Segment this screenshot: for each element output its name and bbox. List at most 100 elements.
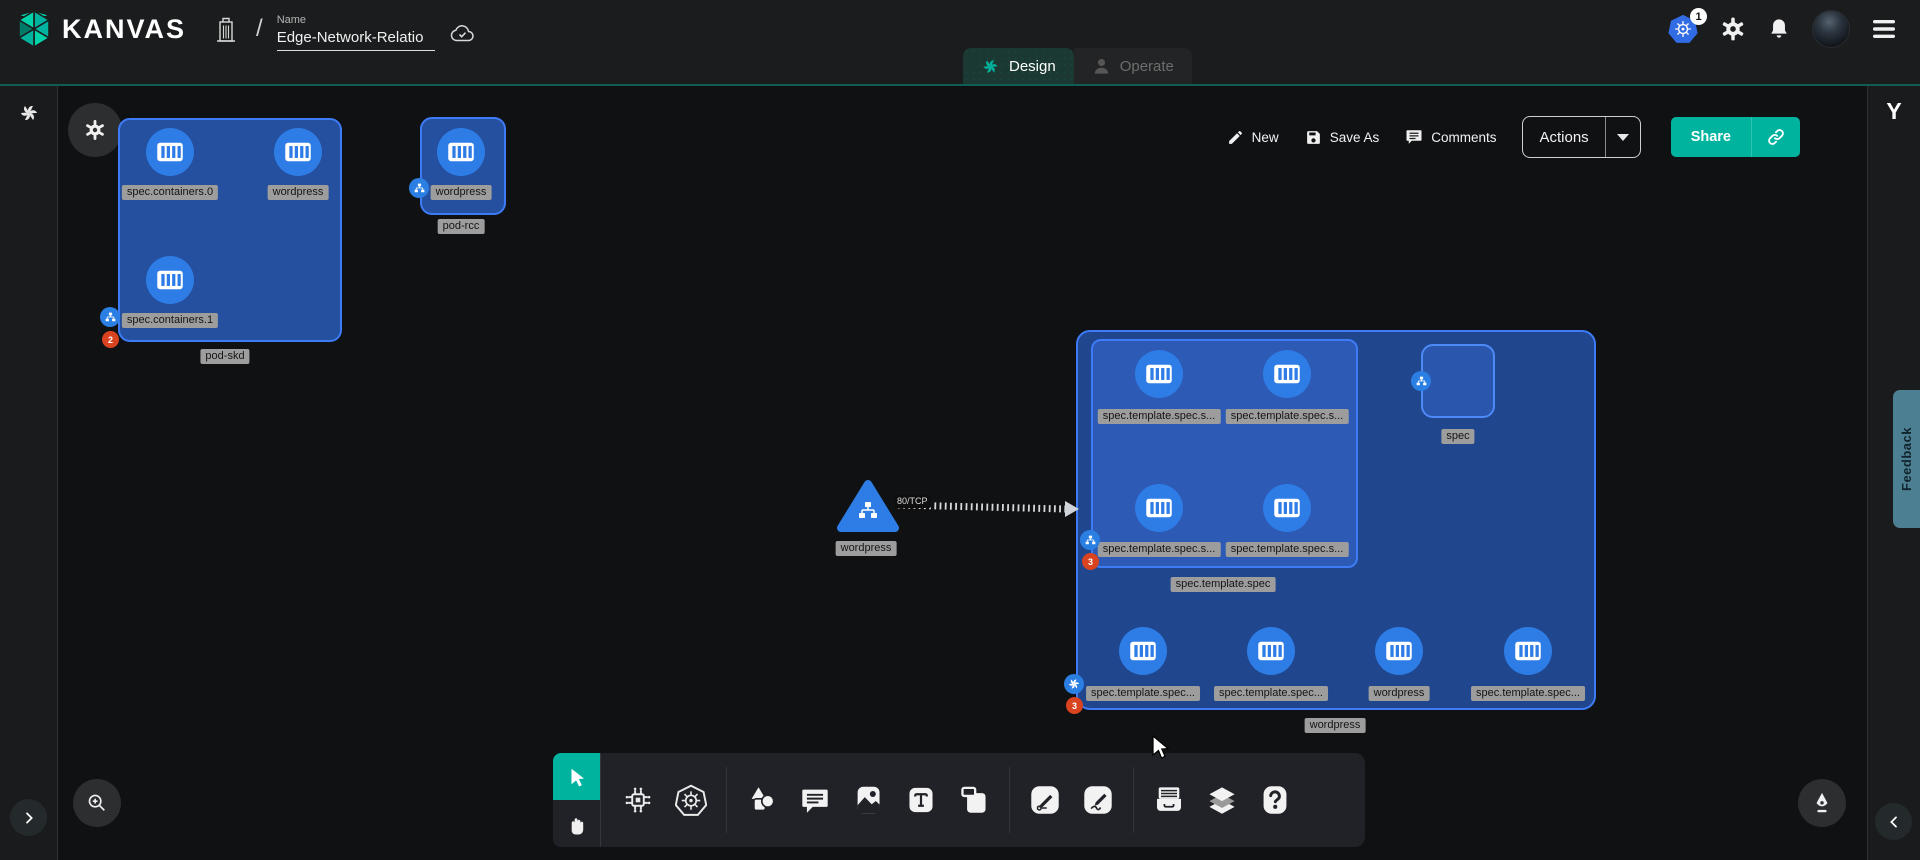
kanvas-logo[interactable]: KANVAS — [16, 10, 186, 48]
node-spec[interactable] — [1421, 344, 1495, 418]
tab-design-label: Design — [1009, 58, 1056, 75]
settings-gear-icon[interactable] — [1720, 16, 1746, 42]
container-icon — [1126, 634, 1160, 668]
node-container-deploy-2[interactable] — [1375, 627, 1423, 675]
node-container-template-3[interactable] — [1263, 484, 1311, 532]
container-icon — [153, 135, 187, 169]
component-library-tool[interactable] — [615, 777, 661, 823]
kubernetes-components-tool[interactable] — [668, 777, 714, 823]
expand-left-panel-button[interactable] — [10, 799, 47, 836]
pen-path-tool[interactable] — [1022, 777, 1068, 823]
pod-relationship-badge[interactable] — [100, 307, 120, 327]
node-label-service: wordpress — [836, 541, 897, 556]
comments-button[interactable]: Comments — [1405, 128, 1496, 146]
app-header: KANVAS / Name — [0, 0, 1920, 86]
node-container-wordpress-rcc[interactable] — [437, 128, 485, 176]
tab-design[interactable]: Design — [963, 48, 1074, 84]
share-button[interactable]: Share — [1671, 117, 1751, 157]
node-container-template-1[interactable] — [1263, 350, 1311, 398]
dropdown-caret-icon — [1617, 134, 1629, 141]
save-as-button-label: Save As — [1330, 130, 1380, 145]
node-container-spec-containers-1[interactable] — [146, 256, 194, 304]
error-count-badge[interactable]: 3 — [1066, 697, 1083, 714]
container-icon — [281, 135, 315, 169]
node-container-deploy-1[interactable] — [1247, 627, 1295, 675]
hand-icon — [565, 812, 588, 835]
deployment-relationship-badge[interactable] — [1064, 674, 1084, 694]
whiteboard-pen-button[interactable] — [1798, 779, 1846, 827]
canvas-toolbar — [553, 753, 1365, 847]
kubernetes-context-icon[interactable]: 1 — [1668, 14, 1698, 44]
node-label: spec.template.spec.s... — [1226, 542, 1349, 557]
error-count-badge[interactable]: 2 — [102, 331, 119, 348]
shapes-icon — [747, 785, 777, 815]
node-container-template-0[interactable] — [1135, 350, 1183, 398]
tab-operate[interactable]: Operate — [1074, 48, 1192, 84]
user-avatar[interactable] — [1812, 10, 1850, 48]
app-title: KANVAS — [62, 14, 186, 45]
node-service-wordpress[interactable] — [836, 477, 900, 533]
pencil-new-icon — [1227, 129, 1244, 146]
breadcrumb-separator: / — [256, 15, 263, 43]
copy-link-button[interactable] — [1751, 117, 1800, 157]
image-tool[interactable] — [845, 777, 891, 823]
kubernetes-icon — [675, 784, 707, 816]
sticky-note-icon — [959, 785, 989, 815]
pod-relationship-badge[interactable] — [409, 178, 429, 198]
note-tool[interactable] — [951, 777, 997, 823]
operate-person-icon — [1092, 57, 1111, 76]
pod-relationship-badge[interactable] — [1411, 371, 1431, 391]
container-icon — [1142, 357, 1176, 391]
node-container-deploy-0[interactable] — [1119, 627, 1167, 675]
save-as-button[interactable]: Save As — [1305, 129, 1380, 146]
text-tool[interactable] — [898, 777, 944, 823]
error-count-badge[interactable]: 3 — [1082, 553, 1099, 570]
node-container-template-2[interactable] — [1135, 484, 1183, 532]
group-label-pod-rcc: pod-rcc — [438, 219, 485, 234]
magnifier-plus-icon — [86, 792, 108, 814]
canvas-area: Y Feedback New Save As Comments — [0, 86, 1920, 860]
zoom-button[interactable] — [73, 779, 121, 827]
actions-dropdown-button[interactable] — [1605, 117, 1640, 157]
feedback-tab[interactable]: Feedback — [1893, 390, 1920, 528]
group-label-pod-skd: pod-skd — [200, 349, 249, 364]
link-icon — [1766, 127, 1786, 147]
edge-arrowhead — [1065, 501, 1079, 517]
actions-button[interactable]: Actions — [1523, 117, 1604, 157]
design-name-input[interactable] — [277, 26, 435, 51]
sitemap-icon — [413, 182, 426, 195]
group-label-template: spec.template.spec — [1171, 577, 1276, 592]
drawer-tool[interactable] — [1146, 777, 1192, 823]
node-label: spec.containers.0 — [122, 185, 218, 200]
toolbar-divider — [1009, 767, 1010, 833]
sitemap-icon — [1415, 375, 1428, 388]
new-button[interactable]: New — [1227, 129, 1279, 146]
select-tool-button[interactable] — [553, 753, 600, 800]
design-actions-row: New Save As Comments Actions Share — [1227, 116, 1800, 158]
comment-tool[interactable] — [792, 777, 838, 823]
organization-icon[interactable] — [214, 16, 238, 42]
pencil-scribble-icon — [1082, 784, 1114, 816]
collapse-right-panel-button[interactable] — [1875, 803, 1912, 840]
node-label: spec.template.spec.s... — [1098, 542, 1221, 557]
notifications-bell-icon[interactable] — [1768, 17, 1790, 41]
design-name-label: Name — [277, 14, 435, 26]
meshery-swirl-icon[interactable] — [18, 102, 40, 124]
canvas-gear-button[interactable] — [68, 103, 122, 157]
pod-relationship-badge[interactable] — [1080, 530, 1100, 550]
hamburger-menu-icon[interactable] — [1872, 19, 1896, 39]
toolbar-icons — [600, 753, 1365, 847]
node-container-wordpress[interactable] — [274, 128, 322, 176]
group-spec-template-spec[interactable] — [1091, 339, 1358, 568]
shapes-tool[interactable] — [739, 777, 785, 823]
node-container-deploy-3[interactable] — [1504, 627, 1552, 675]
node-label: wordpress — [1369, 686, 1430, 701]
pan-hand-tool-button[interactable] — [553, 800, 600, 847]
node-label: wordpress — [268, 185, 329, 200]
pencil-draw-tool[interactable] — [1075, 777, 1121, 823]
help-tool[interactable] — [1252, 777, 1298, 823]
design-name-field: Name — [277, 14, 435, 51]
layers-tool[interactable] — [1199, 777, 1245, 823]
y-icon[interactable]: Y — [1886, 98, 1901, 125]
node-container-spec-containers-0[interactable] — [146, 128, 194, 176]
